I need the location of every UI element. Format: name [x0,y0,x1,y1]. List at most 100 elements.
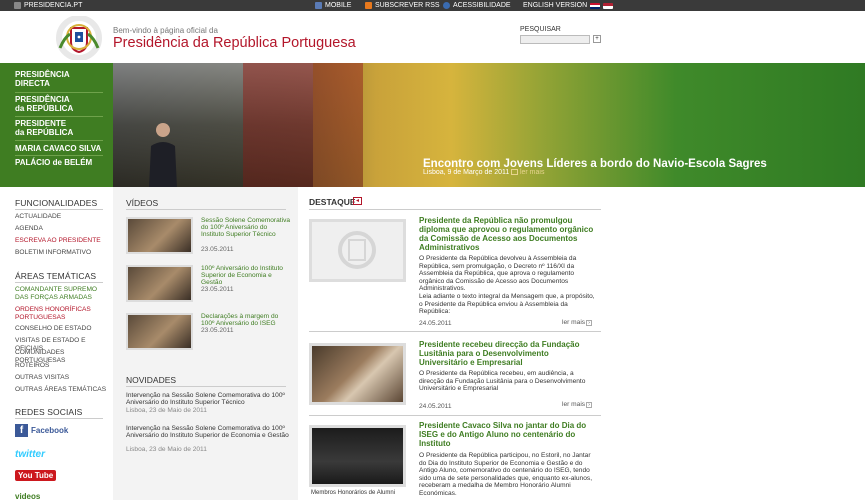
accessibility-icon [443,2,450,9]
arrow-icon [511,169,518,176]
link-comandante-supremo[interactable]: COMANDANTE SUPREMO DAS FORÇAS ARMADAS [15,286,97,302]
rss-link[interactable]: SUBSCREVER RSS [365,1,440,10]
divider [309,331,601,332]
hero-more-link[interactable]: ler mais [511,169,544,176]
link-label: COMANDANTE SUPREMO [15,286,98,293]
link-label: ORDENS HONORÍFICAS [15,306,91,313]
uk-flag-icon [590,2,601,9]
arrow-icon: › [586,402,593,408]
rss-icon [365,2,372,9]
arrow-icon: › [586,320,593,326]
nav-maria-cavaco-silva[interactable]: MARIA CAVACO SILVA [15,144,101,153]
areas-heading: ÁREAS TEMÁTICAS [15,271,97,281]
read-more-label: ler mais [562,401,586,408]
mobile-icon [315,2,322,9]
facebook-link[interactable]: f Facebook [15,424,68,437]
search-button[interactable]: + [593,35,601,43]
article-date: 24.05.2011 [419,320,452,327]
divider [15,418,103,419]
nav-label: MARIA CAVACO SILVA [15,144,102,153]
link-label: PORTUGUESAS [15,314,66,321]
link-agenda[interactable]: AGENDA [15,225,43,233]
link-outras-areas[interactable]: OUTRAS ÁREAS TEMÁTICAS [15,386,106,394]
link-escreva-presidente[interactable]: ESCREVA AO PRESIDENTE [15,237,101,245]
divider [126,386,286,387]
coat-of-arms-placeholder-icon [338,231,376,269]
middle-column: VÍDEOS Sessão Solene Comemorativa do 100… [113,187,298,500]
novidades-heading: NOVIDADES [126,375,177,385]
facebook-label: Facebook [31,426,69,435]
video-thumbnail[interactable] [126,217,193,254]
site-header: Bem-vindo à página oficial da Presidênci… [0,11,865,63]
nav-presidente-republica[interactable]: PRESIDENTE da REPÚBLICA [15,119,73,137]
youtube-link[interactable]: You Tube [15,470,57,481]
hero-date: Lisboa, 9 de Março de 2011 [423,169,510,176]
divider [309,209,601,210]
nav-presidencia-republica[interactable]: PRESIDÊNCIA da REPÚBLICA [15,95,73,113]
funcionalidades-heading: FUNCIONALIDADES [15,198,98,208]
youtube-icon: You Tube [15,470,57,481]
article-title[interactable]: Presidente recebeu direcção da Fundação … [419,340,599,367]
nav-divider [15,92,103,93]
nav-divider [15,140,103,141]
us-flag-icon [603,2,614,9]
nav-divider [15,116,103,117]
divider [309,415,601,416]
news-title[interactable]: Intervenção na Sessão Solene Comemorativ… [126,392,291,406]
article-image[interactable] [309,219,406,282]
site-link[interactable]: PRESIDENCIA.PT [14,1,82,10]
read-more-link[interactable]: ler mais › [562,401,593,408]
link-conselho-estado[interactable]: CONSELHO DE ESTADO [15,325,91,333]
hero-more-label: ler mais [519,169,545,176]
read-more-link[interactable]: ler mais › [562,319,593,326]
mobile-label: MOBILE [325,2,352,9]
coat-of-arms-icon [56,16,102,60]
read-more-label: ler mais [562,319,586,326]
nav-label: da REPÚBLICA [15,128,74,137]
search-input[interactable] [520,35,590,44]
article-title[interactable]: Presidente Cavaco Silva no jantar do Dia… [419,421,599,448]
news-title[interactable]: Intervenção na Sessão Solene Comemorativ… [126,425,291,439]
rss-icon[interactable]: ◂ [353,197,362,205]
video-thumbnail[interactable] [126,265,193,302]
article-title[interactable]: Presidente da República não promulgou di… [419,216,599,252]
article-date: 24.05.2011 [419,403,452,410]
videos-link[interactable]: videos [15,492,40,500]
home-icon [14,2,21,9]
article-summary: Leia adiante o texto integral da Mensage… [419,293,595,315]
link-roteiros[interactable]: ROTEIROS [15,362,49,370]
link-outras-visitas[interactable]: OUTRAS VISITAS [15,374,69,382]
nav-label: PRESIDENTE [15,119,67,128]
hero-photo-sail [243,63,363,187]
main-nav: PRESIDÊNCIA DIRECTA PRESIDÊNCIA da REPÚB… [0,63,113,187]
accessibility-link[interactable]: ACESSIBILIDADE [443,1,511,10]
videos-heading: VÍDEOS [126,198,159,208]
nav-label: DIRECTA [15,79,50,88]
rss-label: SUBSCREVER RSS [375,2,440,9]
twitter-link[interactable]: twitter [15,449,45,460]
link-ordens-honorificas[interactable]: ORDENS HONORÍFICAS PORTUGUESAS [15,306,91,322]
video-title[interactable]: Declarações à margem do 100º Aniversário… [201,313,291,327]
video-title[interactable]: 100º Aniversário do Instituto Superior d… [201,265,291,286]
article-image[interactable] [309,343,406,405]
english-label: ENGLISH VERSION [523,2,588,9]
article-image[interactable] [309,425,406,487]
site-title[interactable]: Presidência da República Portuguesa [113,35,356,51]
link-actualidade[interactable]: ACTUALIDADE [15,213,61,221]
video-title[interactable]: Sessão Solene Comemorativa do 100º Anive… [201,217,291,238]
video-date: 23.05.2011 [201,327,234,334]
hero-image[interactable]: Encontro com Jovens Líderes a bordo do N… [113,63,865,187]
destaque-column: DESTAQUE ◂ Presidente da República não p… [298,187,865,500]
news-date: Lisboa, 23 de Maio de 2011 [126,407,207,414]
link-boletim[interactable]: BOLETIM INFORMATIVO [15,249,91,257]
video-thumbnail[interactable] [126,313,193,350]
search-label: PESQUISAR [520,26,561,33]
nav-presidencia-directa[interactable]: PRESIDÊNCIA DIRECTA [15,70,70,88]
english-link[interactable]: ENGLISH VERSION [523,1,614,10]
divider [15,209,103,210]
mobile-link[interactable]: MOBILE [315,1,351,10]
nav-palacio-belem[interactable]: PALÁCIO de BELÉM [15,158,92,167]
left-sidebar: FUNCIONALIDADES ACTUALIDADE AGENDA ESCRE… [0,187,113,500]
divider [126,209,286,210]
accessibility-label: ACESSIBILIDADE [453,2,511,9]
